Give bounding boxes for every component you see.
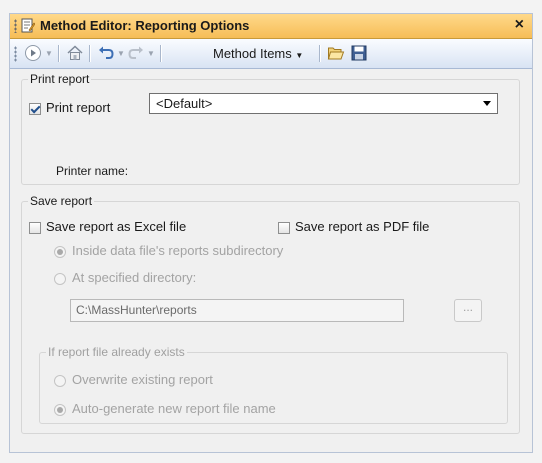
auto-generate-name-label[interactable]: Auto-generate new report file name [72, 401, 276, 416]
undo-icon[interactable] [97, 44, 115, 62]
browse-button-label: ... [462, 300, 473, 314]
print-report-group-label: Print report [28, 72, 92, 86]
redo-dropdown-icon[interactable]: ▼ [147, 49, 155, 58]
printer-name-label: Printer name: [56, 164, 129, 178]
print-report-checkbox[interactable] [29, 103, 41, 115]
specified-directory-radio[interactable] [54, 273, 66, 285]
printer-name-select[interactable]: <Default> [149, 93, 498, 114]
directory-path-value: C:\MassHunter\reports [76, 303, 197, 317]
chevron-down-icon: ▼ [295, 51, 304, 60]
run-icon[interactable] [24, 44, 42, 62]
method-editor-window: Method Editor: Reporting Options × ▼ ▼ ▼… [9, 13, 533, 453]
window-title: Method Editor: Reporting Options [40, 18, 250, 33]
toolbar-separator [319, 45, 321, 62]
toolbar-separator [89, 45, 91, 62]
title-bar[interactable]: Method Editor: Reporting Options × [10, 14, 532, 39]
reports-subdirectory-label[interactable]: Inside data file's reports subdirectory [72, 243, 283, 258]
printer-name-value: <Default> [156, 96, 213, 111]
directory-path-input[interactable]: C:\MassHunter\reports [70, 299, 404, 322]
specified-directory-label[interactable]: At specified directory: [72, 270, 196, 285]
reporting-options-panel: Print report Print report Printer name: … [10, 69, 532, 452]
toolbar-grip-icon[interactable] [14, 46, 17, 62]
save-report-group-label: Save report [28, 194, 95, 208]
save-pdf-label[interactable]: Save report as PDF file [295, 219, 429, 234]
open-icon[interactable] [327, 44, 345, 62]
file-exists-group-label: If report file already exists [46, 345, 187, 359]
title-grip-icon[interactable] [14, 19, 17, 33]
undo-dropdown-icon[interactable]: ▼ [117, 49, 125, 58]
auto-generate-name-radio[interactable] [54, 404, 66, 416]
overwrite-report-label[interactable]: Overwrite existing report [72, 372, 213, 387]
chevron-down-icon [483, 101, 491, 106]
toolbar-separator [160, 45, 162, 62]
home-icon[interactable] [66, 44, 84, 62]
save-icon[interactable] [350, 44, 368, 62]
close-icon[interactable]: × [515, 16, 524, 34]
toolbar-separator [58, 45, 60, 62]
save-pdf-checkbox[interactable] [278, 222, 290, 234]
method-items-menu[interactable]: Method Items ▼ [213, 46, 303, 61]
overwrite-report-radio[interactable] [54, 375, 66, 387]
toolbar: ▼ ▼ ▼ Method Items ▼ [10, 39, 532, 69]
browse-button[interactable]: ... [454, 299, 482, 322]
save-excel-checkbox[interactable] [29, 222, 41, 234]
run-dropdown-icon[interactable]: ▼ [45, 49, 53, 58]
method-items-label: Method Items [213, 46, 292, 61]
redo-icon[interactable] [127, 44, 145, 62]
reports-subdirectory-radio[interactable] [54, 246, 66, 258]
editor-document-icon [21, 18, 35, 33]
save-excel-label[interactable]: Save report as Excel file [46, 219, 186, 234]
print-report-checkbox-label[interactable]: Print report [46, 100, 110, 115]
